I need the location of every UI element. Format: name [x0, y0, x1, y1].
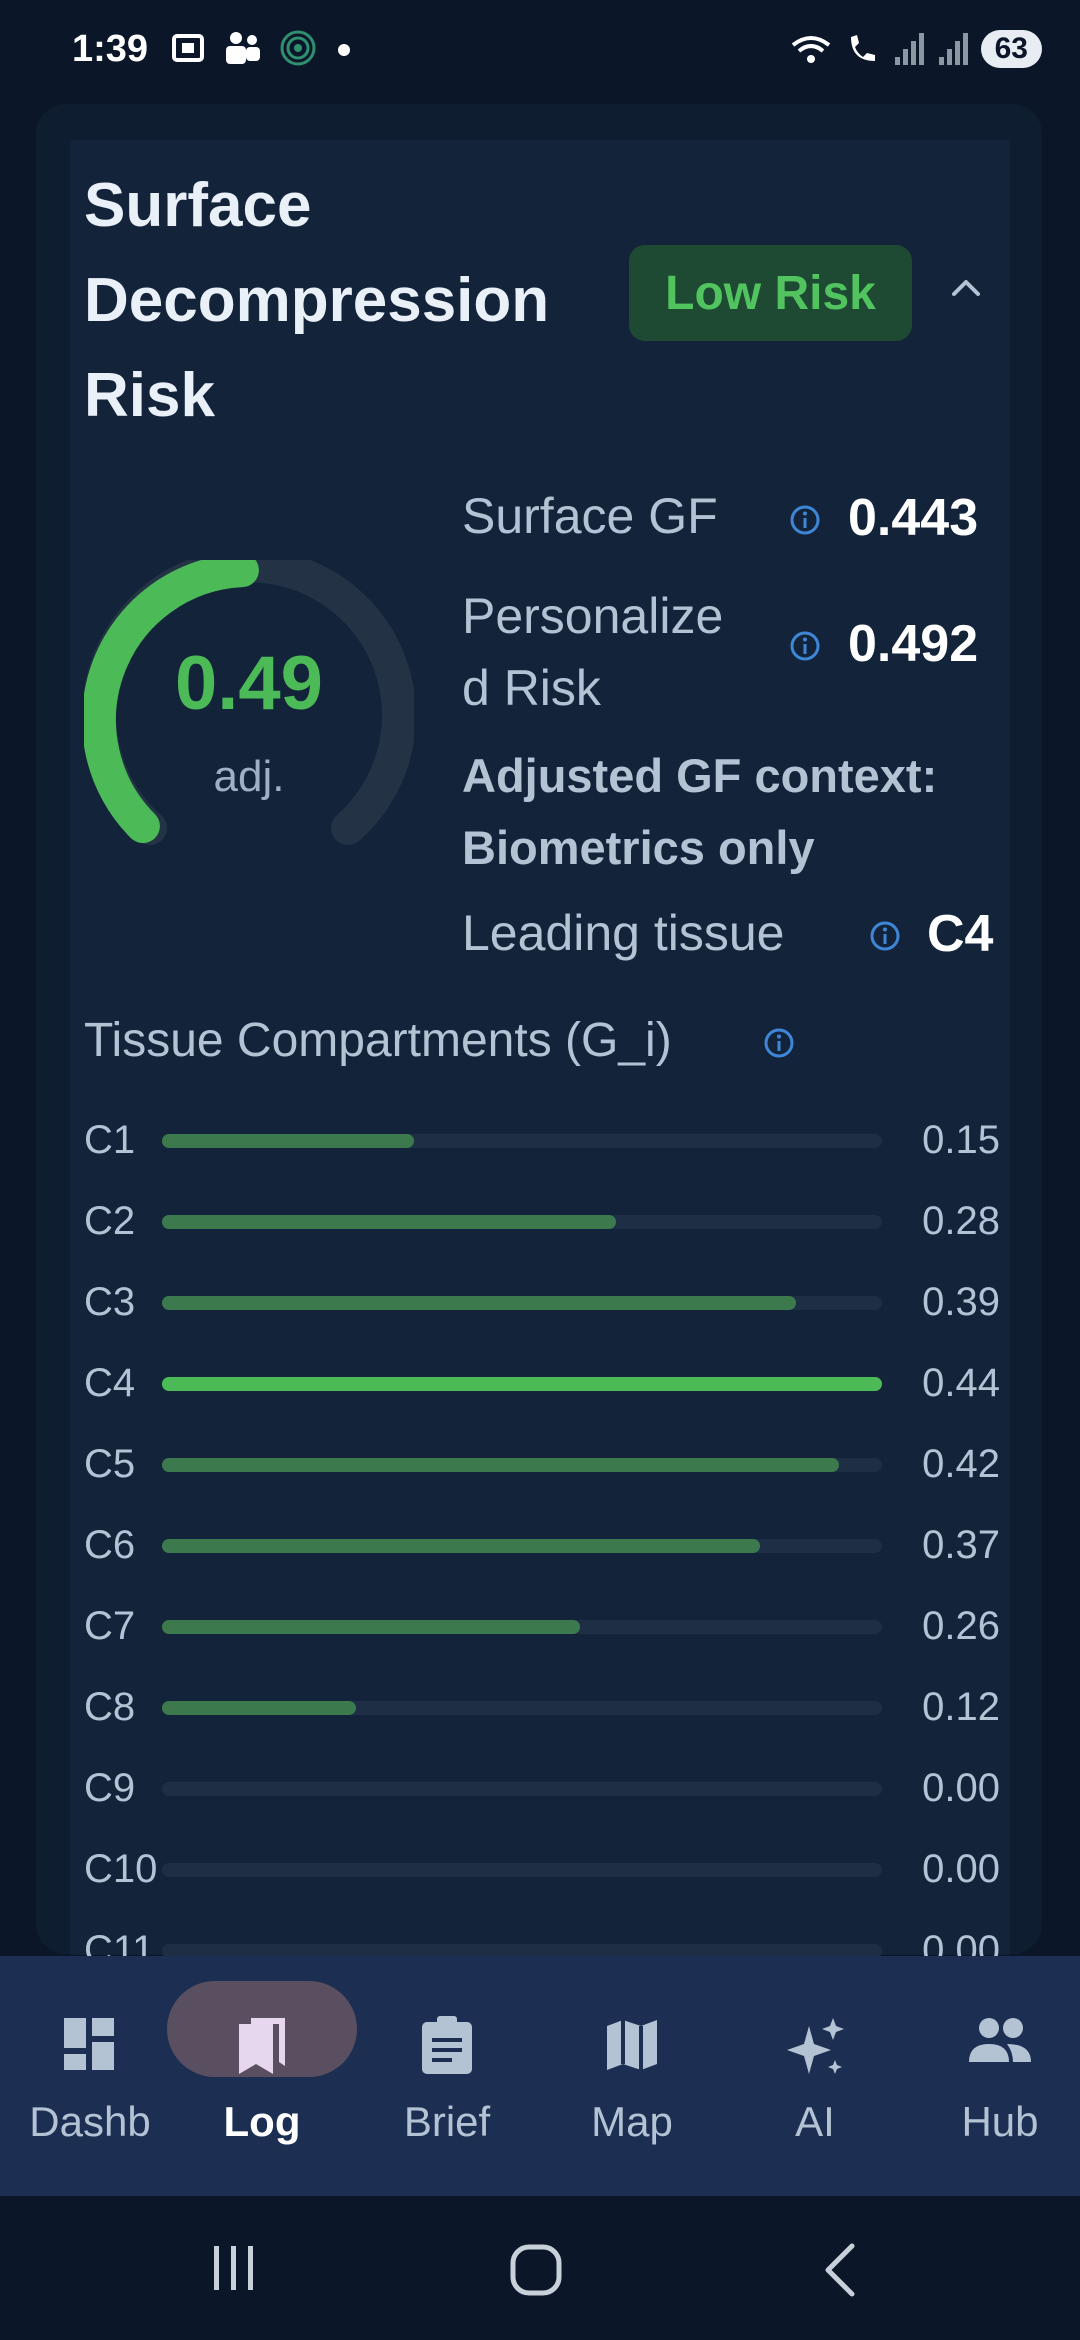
compartment-label: C2 — [84, 1199, 136, 1243]
compartment-bar-track — [162, 1701, 882, 1715]
compartment-label: C3 — [84, 1280, 136, 1324]
system-navigation-bar — [0, 2196, 1080, 2340]
home-icon[interactable] — [510, 2244, 562, 2296]
compartment-value: 0.39 — [922, 1280, 1000, 1324]
compartment-value: 0.44 — [922, 1361, 1000, 1405]
compartment-row: C5 0.42 — [84, 1434, 1000, 1494]
compartment-bar-fill — [162, 1701, 357, 1715]
compartment-bar-track — [162, 1944, 882, 1956]
compartment-label: C1 — [84, 1118, 136, 1162]
compartment-bar-track — [162, 1863, 882, 1877]
compartment-row: C3 0.39 — [84, 1272, 1000, 1332]
compartment-row: C11 0.00 — [84, 1920, 1000, 1956]
nav-item-hub[interactable]: Hub — [910, 1956, 1080, 2196]
compartment-label: C7 — [84, 1604, 136, 1648]
bottom-navigation: Dashb Log Brief Map AI Hub — [0, 1956, 1080, 2196]
compartment-bar-track — [162, 1539, 882, 1553]
sparkle-icon — [787, 2018, 844, 2074]
compartment-bar-track — [162, 1377, 882, 1391]
compartment-label: C11 — [84, 1928, 155, 1956]
compartment-bar-fill — [162, 1134, 414, 1148]
dashboard-icon — [64, 2018, 114, 2070]
compartment-value: 0.42 — [922, 1442, 1000, 1486]
compartment-row: C4 0.44 — [84, 1353, 1000, 1413]
compartment-row: C10 0.00 — [84, 1839, 1000, 1899]
log-icon — [239, 2018, 285, 2074]
compartment-row: C9 0.00 — [84, 1758, 1000, 1818]
compartment-bar-track — [162, 1296, 882, 1310]
compartment-value: 0.26 — [922, 1604, 1000, 1648]
compartment-label: C9 — [84, 1766, 136, 1810]
compartment-bar-fill — [162, 1377, 882, 1391]
compartment-bar-track — [162, 1134, 882, 1148]
people-icon — [969, 2018, 1031, 2062]
compartment-bar-fill — [162, 1215, 616, 1229]
compartment-label: C5 — [84, 1442, 136, 1486]
nav-item-dashboard[interactable]: Dashb — [0, 1956, 180, 2196]
nav-label-brief: Brief — [403, 2098, 491, 2145]
compartment-label: C6 — [84, 1523, 136, 1567]
compartment-value: 0.00 — [922, 1766, 1000, 1810]
compartment-row: C6 0.37 — [84, 1515, 1000, 1575]
compartment-bar-track — [162, 1458, 882, 1472]
compartment-value: 0.00 — [922, 1847, 1000, 1891]
compartment-bar-track — [162, 1620, 882, 1634]
compartment-list: C1 0.15 C2 0.28 C3 0.39 C4 0.44 C5 0.42 C6 0.37 C7 0.… — [0, 0, 1080, 1956]
nav-item-ai[interactable]: AI — [725, 1956, 905, 2196]
map-icon — [607, 2020, 657, 2070]
compartment-value: 0.28 — [922, 1199, 1000, 1243]
compartment-value: 0.15 — [922, 1118, 1000, 1162]
compartment-bar-fill — [162, 1296, 796, 1310]
compartment-row: C8 0.12 — [84, 1677, 1000, 1737]
nav-label-log: Log — [223, 2098, 301, 2145]
back-icon[interactable] — [820, 2242, 860, 2298]
compartment-row: C2 0.28 — [84, 1191, 1000, 1251]
nav-label-dashboard: Dashb — [29, 2098, 151, 2145]
compartment-value: 0.00 — [922, 1928, 1000, 1956]
nav-label-map: Map — [591, 2098, 673, 2145]
compartment-bar-track — [162, 1782, 882, 1796]
nav-item-brief[interactable]: Brief — [357, 1956, 537, 2196]
compartment-label: C4 — [84, 1361, 136, 1405]
compartment-bar-fill — [162, 1620, 580, 1634]
compartment-row: C7 0.26 — [84, 1596, 1000, 1656]
compartment-row: C1 0.15 — [84, 1110, 1000, 1170]
nav-item-log[interactable]: Log — [167, 1956, 357, 2196]
compartment-value: 0.37 — [922, 1523, 1000, 1567]
compartment-bar-fill — [162, 1458, 839, 1472]
clipboard-icon — [422, 2016, 472, 2074]
nav-item-map[interactable]: Map — [542, 1956, 722, 2196]
compartment-label: C10 — [84, 1847, 158, 1891]
nav-label-hub: Hub — [961, 2098, 1039, 2145]
compartment-value: 0.12 — [922, 1685, 1000, 1729]
compartment-label: C8 — [84, 1685, 136, 1729]
nav-label-ai: AI — [795, 2098, 835, 2145]
compartment-bar-fill — [162, 1539, 760, 1553]
compartment-bar-track — [162, 1215, 882, 1229]
recent-apps-icon[interactable] — [210, 2244, 258, 2292]
